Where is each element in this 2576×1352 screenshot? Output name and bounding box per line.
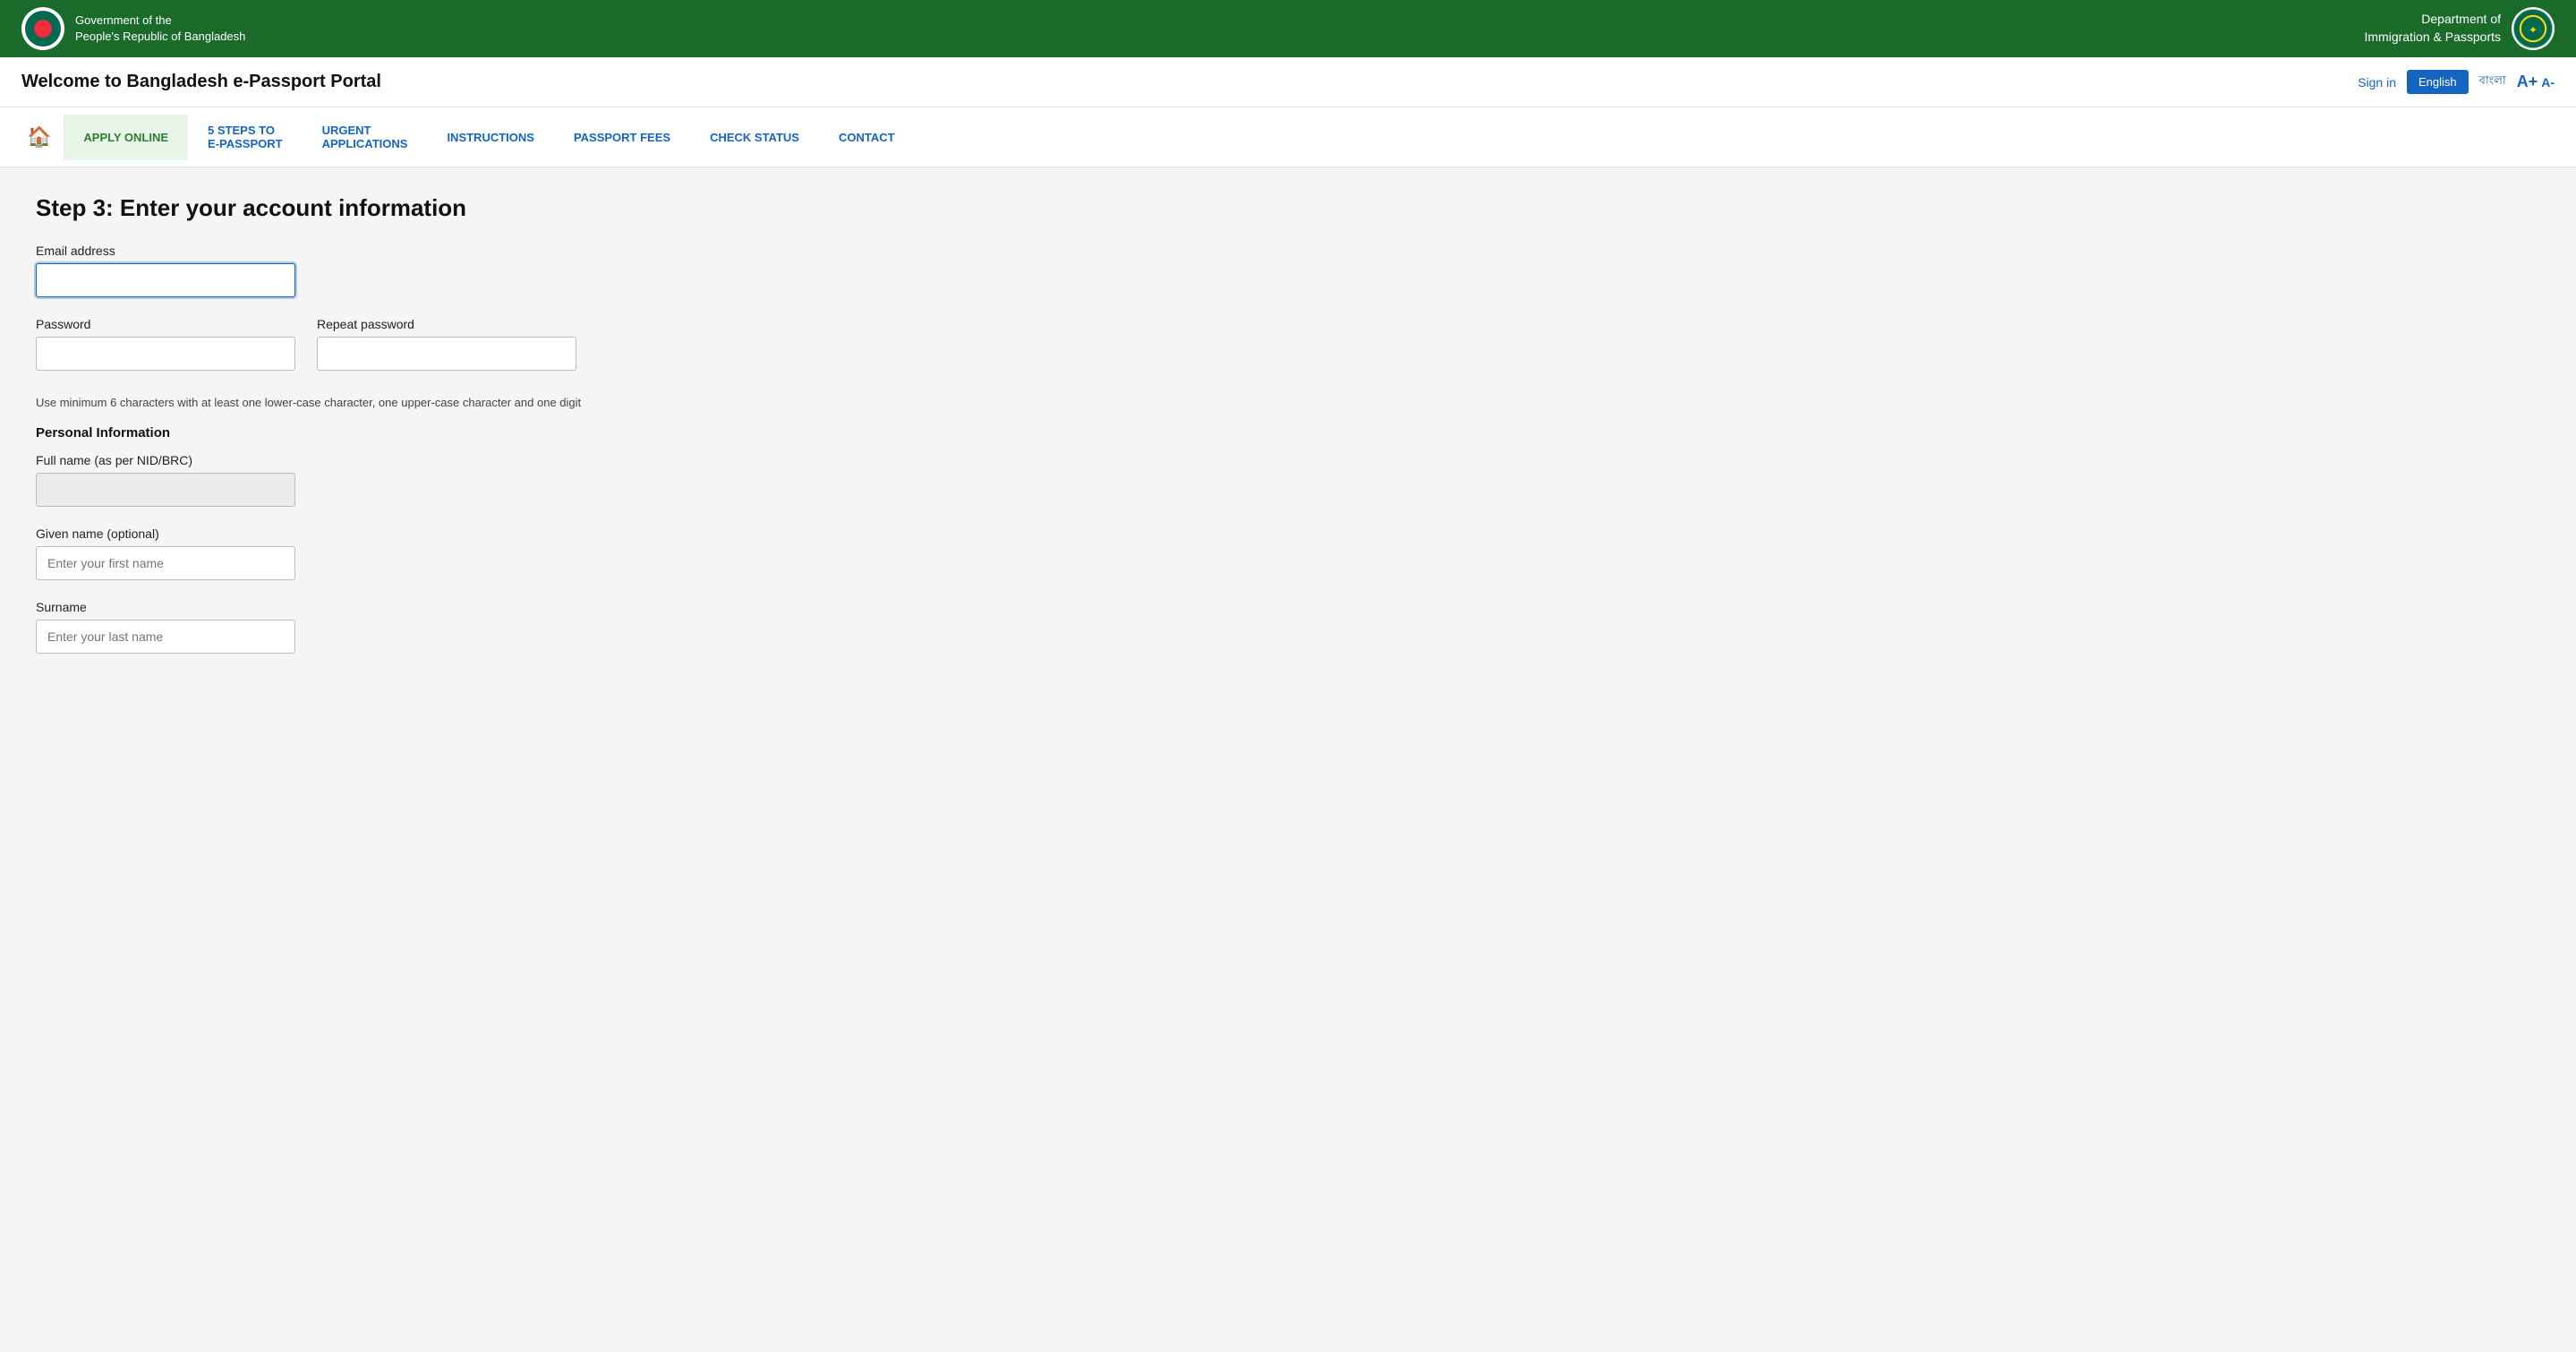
surname-label: Surname — [36, 600, 770, 614]
email-group: Email address — [36, 244, 770, 297]
font-size-controls: A+ A- — [2517, 73, 2555, 91]
given-name-group: Given name (optional) — [36, 526, 770, 580]
svg-text:✦: ✦ — [2529, 23, 2538, 36]
password-input[interactable] — [36, 337, 295, 371]
step-title: Step 3: Enter your account information — [36, 194, 770, 222]
email-label: Email address — [36, 244, 770, 258]
password-hint: Use minimum 6 characters with at least o… — [36, 396, 644, 409]
top-header: Government of the People's Republic of B… — [0, 0, 2576, 57]
sign-in-link[interactable]: Sign in — [2358, 75, 2396, 90]
full-name-label: Full name (as per NID/BRC) — [36, 453, 770, 467]
dept-title: Department of Immigration & Passports — [2365, 11, 2502, 46]
given-name-input[interactable] — [36, 546, 295, 580]
full-name-group: Full name (as per NID/BRC) — [36, 453, 770, 507]
nav-apply-online[interactable]: APPLY ONLINE — [64, 115, 188, 160]
font-decrease-button[interactable]: A- — [2541, 75, 2555, 90]
password-label: Password — [36, 317, 295, 331]
nav-instructions[interactable]: INSTRUCTIONS — [427, 115, 554, 160]
full-name-input[interactable] — [36, 473, 295, 507]
header-actions: Sign in English বাংলা A+ A- — [2358, 70, 2555, 94]
font-increase-button[interactable]: A+ — [2517, 73, 2538, 91]
gov-logo — [21, 7, 64, 50]
repeat-password-group: Repeat password — [317, 317, 576, 371]
personal-info-label: Personal Information — [36, 425, 770, 441]
portal-title: Welcome to Bangladesh e-Passport Portal — [21, 72, 381, 92]
main-content: Step 3: Enter your account information E… — [0, 167, 806, 700]
dept-logo: ✦ — [2512, 7, 2555, 50]
nav-check-status[interactable]: CHECK STATUS — [690, 115, 819, 160]
password-row: Password Repeat password — [36, 317, 770, 390]
nav-contact[interactable]: CONTACT — [819, 115, 915, 160]
nav-passport-fees[interactable]: PASSPORT FEES — [554, 115, 690, 160]
given-name-label: Given name (optional) — [36, 526, 770, 541]
nav-urgent-applications[interactable]: URGENTAPPLICATIONS — [303, 107, 428, 167]
repeat-password-label: Repeat password — [317, 317, 576, 331]
surname-input[interactable] — [36, 620, 295, 654]
english-lang-button[interactable]: English — [2407, 70, 2469, 94]
bangla-lang-button[interactable]: বাংলা — [2479, 73, 2506, 91]
email-input[interactable] — [36, 263, 295, 297]
gov-branding: Government of the People's Republic of B… — [21, 7, 245, 50]
nav-5-steps[interactable]: 5 STEPS TOe-PASSPORT — [188, 107, 303, 167]
home-button[interactable]: 🏠 — [14, 111, 64, 163]
password-group: Password — [36, 317, 295, 371]
repeat-password-input[interactable] — [317, 337, 576, 371]
nav-bar: 🏠 APPLY ONLINE 5 STEPS TOe-PASSPORT URGE… — [0, 107, 2576, 167]
surname-group: Surname — [36, 600, 770, 654]
gov-title: Government of the People's Republic of B… — [75, 13, 245, 45]
second-header: Welcome to Bangladesh e-Passport Portal … — [0, 57, 2576, 107]
dept-branding: Department of Immigration & Passports ✦ — [2365, 7, 2555, 50]
